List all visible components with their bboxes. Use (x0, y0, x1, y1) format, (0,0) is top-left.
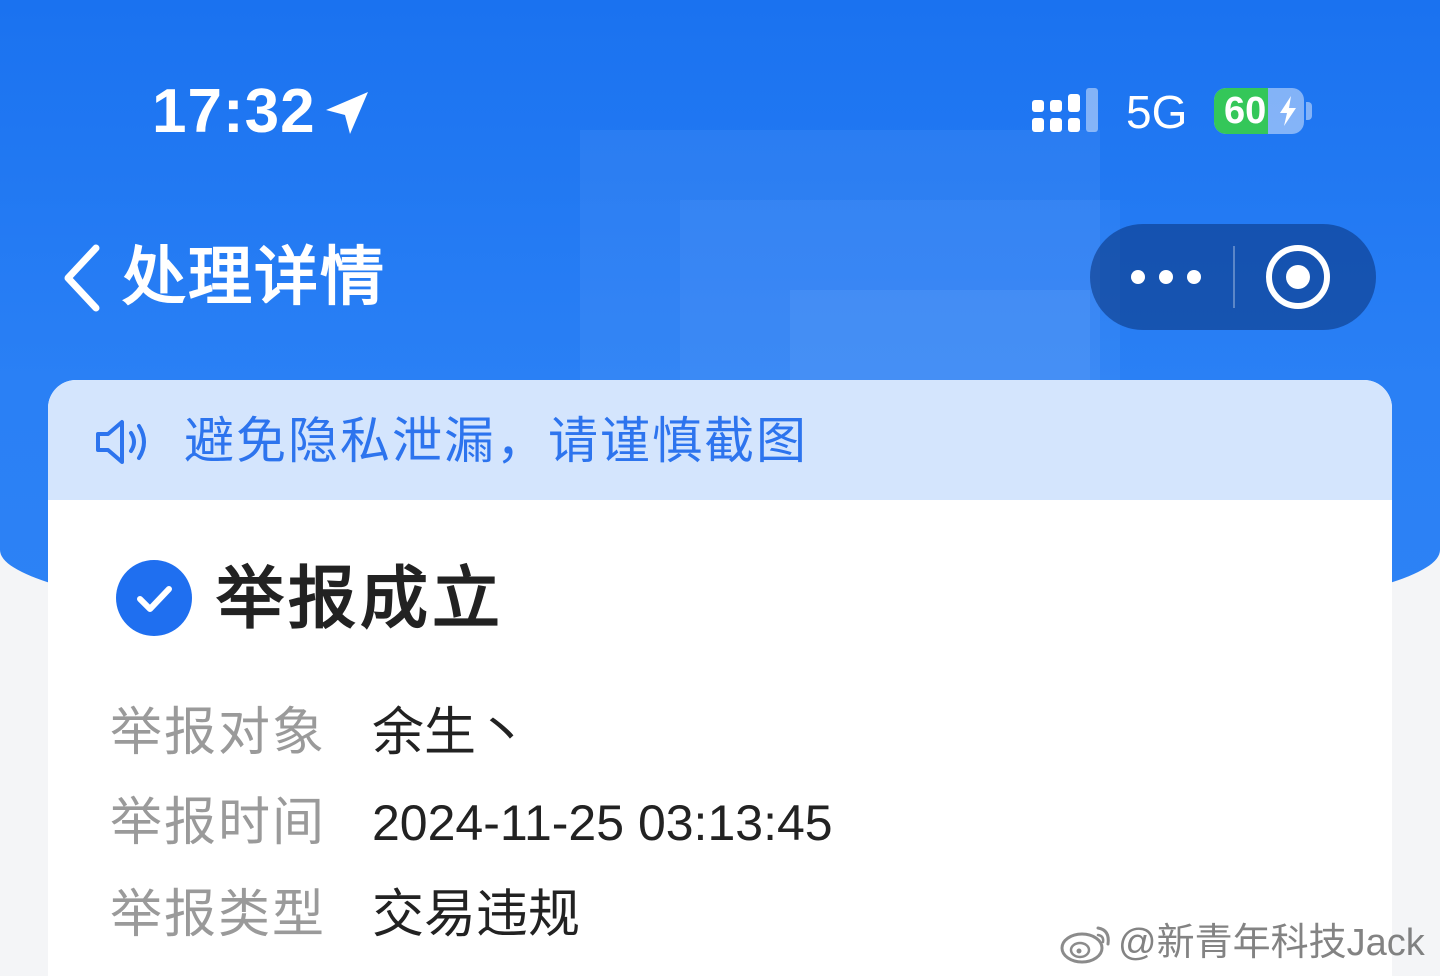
signal-icon (1032, 88, 1098, 132)
battery-cap (1306, 102, 1312, 120)
speaker-icon (96, 420, 146, 464)
more-options-button[interactable] (1090, 224, 1233, 330)
detail-label: 举报对象 (110, 703, 327, 763)
location-arrow-icon (326, 92, 368, 134)
detail-value: 余生丶 (372, 703, 529, 763)
privacy-notice-text: 避免隐私泄漏，请谨慎截图 (184, 412, 808, 470)
report-status-title: 举报成立 (216, 560, 505, 639)
detail-value: 交易违规 (372, 885, 581, 945)
battery-indicator: 60 (1214, 88, 1304, 134)
detail-label: 举报类型 (110, 885, 327, 945)
screen: 17:32 5G 60 处理详情 避免隐私泄漏，请谨慎截图 举报成立 举报对象 … (0, 0, 1440, 976)
weibo-logo-icon (1060, 926, 1110, 964)
watermark-text: @新青年科技Jack (1118, 922, 1425, 964)
check-circle-icon (116, 560, 192, 636)
privacy-notice-banner: 避免隐私泄漏，请谨慎截图 (48, 380, 1392, 500)
watermark: @新青年科技Jack (1058, 916, 1425, 970)
detail-row-target: 举报对象 余生丶 (110, 698, 1310, 768)
battery-percent: 60 (1224, 90, 1267, 132)
detail-value: 2024-11-25 03:13:45 (372, 795, 833, 851)
miniprogram-capsule (1090, 224, 1376, 330)
network-type: 5G (1126, 86, 1188, 138)
status-time: 17:32 (152, 77, 316, 146)
detail-row-time: 举报时间 2024-11-25 03:13:45 (110, 788, 1310, 858)
page-title: 处理详情 (122, 241, 386, 315)
detail-label: 举报时间 (110, 793, 327, 853)
report-detail-card: 避免隐私泄漏，请谨慎截图 举报成立 举报对象 余生丶 举报时间 2024-11-… (48, 380, 1392, 976)
back-button[interactable] (56, 240, 112, 316)
charging-bolt-icon (1280, 96, 1296, 126)
close-miniprogram-button[interactable] (1235, 224, 1376, 330)
